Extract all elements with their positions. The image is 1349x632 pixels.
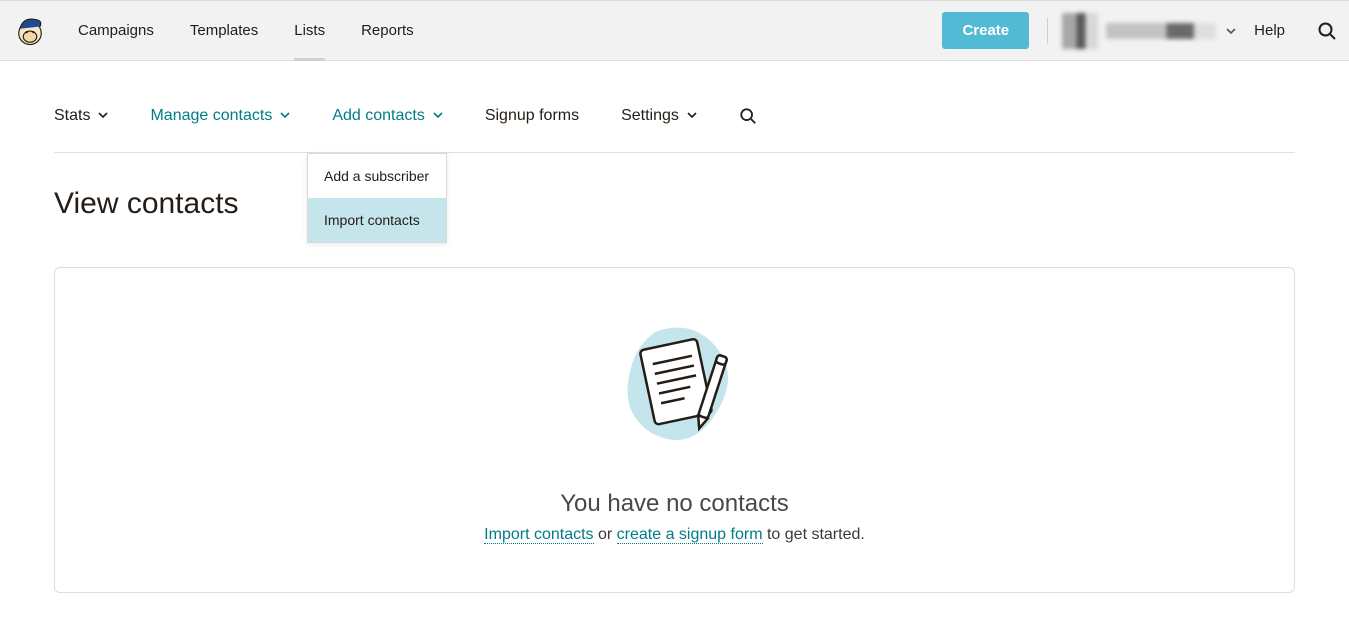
- profile-name-blurred: [1106, 23, 1216, 39]
- logo[interactable]: [0, 13, 60, 49]
- main-nav: Campaigns Templates Lists Reports: [60, 1, 432, 60]
- page-title: View contacts: [54, 187, 1295, 221]
- notepad-pencil-icon: [600, 312, 750, 462]
- chevron-down-icon: [280, 107, 290, 125]
- dropdown-import-contacts[interactable]: Import contacts: [308, 198, 446, 242]
- profile-menu[interactable]: [1062, 13, 1236, 49]
- top-bar: Campaigns Templates Lists Reports Create…: [0, 0, 1349, 61]
- chevron-down-icon: [687, 107, 697, 125]
- nav-templates[interactable]: Templates: [172, 1, 276, 60]
- empty-subtitle: Import contacts or create a signup form …: [484, 526, 865, 544]
- separator: [1047, 18, 1048, 44]
- chevron-down-icon: [98, 107, 108, 125]
- subnav-signup-forms[interactable]: Signup forms: [485, 107, 579, 125]
- global-search-button[interactable]: [1305, 1, 1349, 60]
- subnav-search-button[interactable]: [739, 107, 757, 125]
- create-signup-form-link[interactable]: create a signup form: [617, 526, 763, 544]
- add-contacts-dropdown: Add a subscriber Import contacts: [307, 153, 447, 243]
- nav-reports[interactable]: Reports: [343, 1, 432, 60]
- empty-text-mid: or: [594, 526, 617, 543]
- subnav-label: Add contacts: [332, 107, 425, 125]
- sub-nav: Stats Manage contacts Add contacts Signu…: [54, 79, 1295, 153]
- help-link[interactable]: Help: [1254, 22, 1285, 39]
- topbar-right: Create Help: [942, 1, 1349, 60]
- avatar: [1062, 13, 1098, 49]
- import-contacts-link[interactable]: Import contacts: [484, 526, 593, 544]
- nav-lists[interactable]: Lists: [276, 1, 343, 60]
- subnav-settings[interactable]: Settings: [621, 107, 697, 125]
- chevron-down-icon: [433, 107, 443, 125]
- empty-illustration: [600, 312, 750, 462]
- subnav-label: Settings: [621, 107, 679, 125]
- empty-title: You have no contacts: [560, 490, 789, 518]
- subnav-add-contacts[interactable]: Add contacts: [332, 107, 443, 125]
- search-icon: [739, 107, 757, 125]
- subnav-label: Manage contacts: [150, 107, 272, 125]
- empty-state: You have no contacts Import contacts or …: [54, 267, 1295, 593]
- empty-text-tail: to get started.: [763, 526, 865, 543]
- subnav-manage-contacts[interactable]: Manage contacts: [150, 107, 290, 125]
- mailchimp-logo-icon: [12, 13, 48, 49]
- subnav-label: Signup forms: [485, 107, 579, 125]
- subnav-stats[interactable]: Stats: [54, 107, 108, 125]
- subnav-label: Stats: [54, 107, 90, 125]
- dropdown-add-subscriber[interactable]: Add a subscriber: [308, 154, 446, 198]
- chevron-down-icon: [1226, 26, 1236, 36]
- page-content: Stats Manage contacts Add contacts Signu…: [0, 79, 1349, 593]
- create-button[interactable]: Create: [942, 12, 1029, 49]
- nav-campaigns[interactable]: Campaigns: [60, 1, 172, 60]
- search-icon: [1317, 21, 1337, 41]
